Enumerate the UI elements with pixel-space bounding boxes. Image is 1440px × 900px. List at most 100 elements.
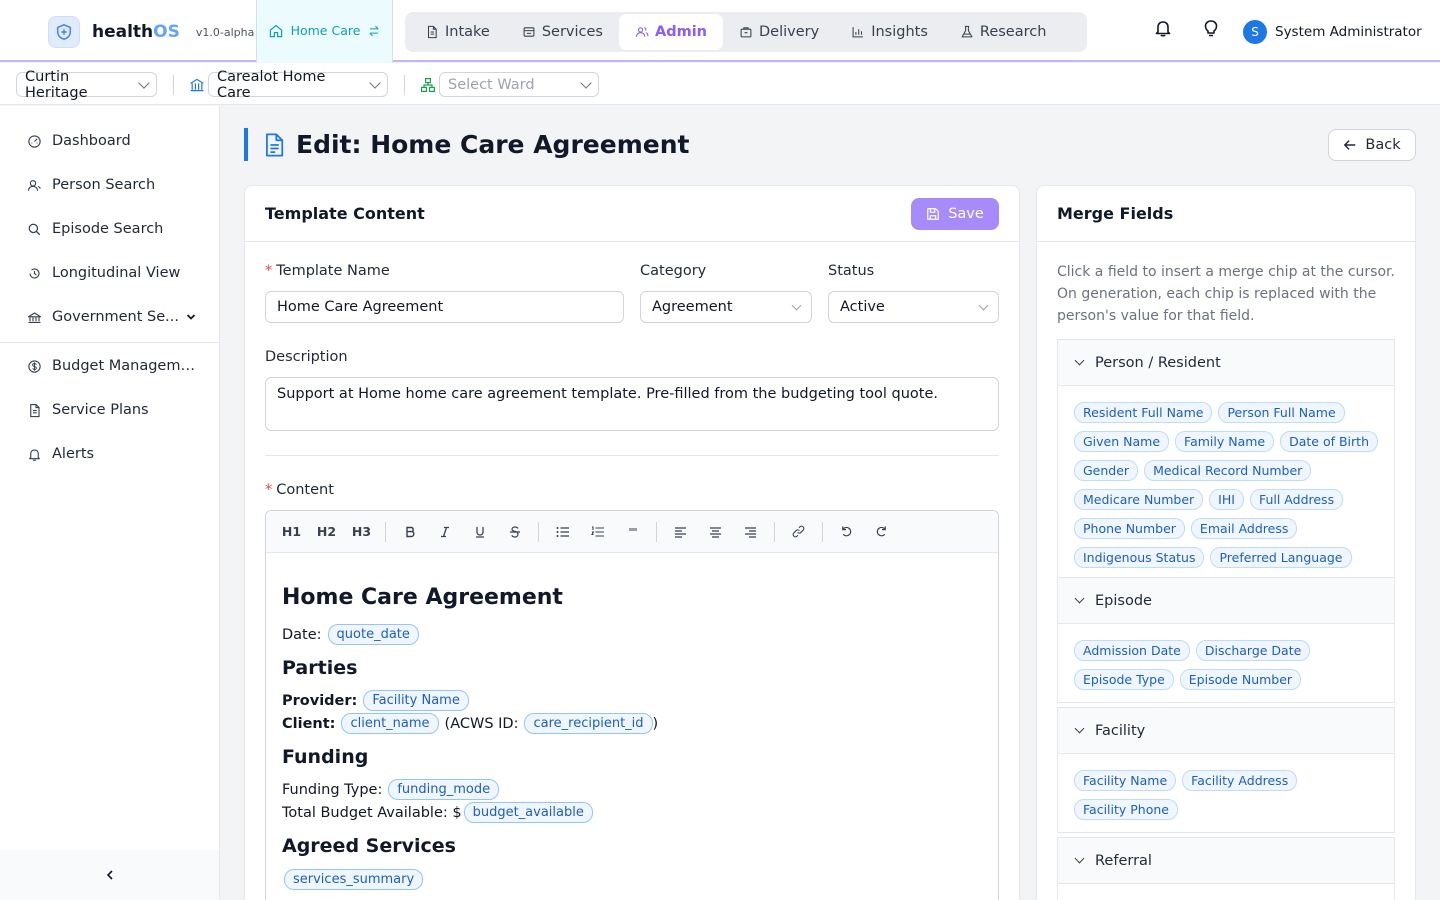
merge-field-chip[interactable]: Medical Record Number	[1144, 460, 1312, 481]
heading1-button[interactable]: H1	[274, 517, 309, 547]
strikethrough-button[interactable]	[497, 517, 532, 547]
doc-provider-line: Provider: Facility Name	[282, 690, 469, 711]
nav-admin[interactable]: Admin	[619, 14, 724, 50]
merge-chip[interactable]: services_summary	[284, 869, 424, 890]
brand-version: v1.0-alpha	[195, 25, 255, 39]
nav-insights[interactable]: Insights	[835, 14, 944, 50]
sidebar-item-budget-management[interactable]: Budget Manageme...	[0, 346, 219, 386]
merge-chip[interactable]: care_recipient_id	[524, 713, 653, 734]
redo-button[interactable]	[864, 517, 899, 547]
nav-intake[interactable]: Intake	[409, 14, 506, 50]
merge-field-chip[interactable]: Facility Name	[1074, 770, 1177, 791]
toolbar-divider	[774, 521, 775, 542]
nav-research[interactable]: Research	[944, 14, 1063, 50]
sidebar-item-dashboard[interactable]: Dashboard	[0, 121, 219, 161]
sidebar-divider	[0, 342, 219, 343]
brand-name: healthOS	[92, 22, 180, 42]
merge-field-chip[interactable]: Family Name	[1175, 431, 1275, 452]
chevron-down-icon	[580, 76, 592, 89]
merge-field-chip[interactable]: Given Name	[1074, 431, 1170, 452]
editor-toolbar: H1 H2 H3	[266, 511, 998, 553]
blockquote-button[interactable]	[615, 517, 650, 547]
template-name-input[interactable]: Home Care Agreement	[265, 291, 624, 323]
italic-button[interactable]	[427, 517, 462, 547]
services-icon	[523, 27, 535, 37]
bold-button[interactable]	[392, 517, 427, 547]
heading2-button[interactable]: H2	[309, 517, 344, 547]
link-button[interactable]	[781, 517, 816, 547]
sidebar-collapse-button[interactable]	[0, 850, 219, 900]
merge-chip[interactable]: Facility Name	[363, 690, 469, 711]
ward-select[interactable]: Select Ward	[439, 72, 599, 97]
merge-field-chip[interactable]: Medicare Number	[1074, 489, 1204, 510]
merge-field-chip[interactable]: Episode Type	[1074, 669, 1174, 690]
nav-services[interactable]: Services	[506, 14, 619, 50]
doc-heading-funding: Funding	[282, 746, 369, 768]
merge-field-chip[interactable]: Facility Address	[1182, 770, 1298, 791]
chart-icon	[852, 27, 864, 38]
merge-field-chip[interactable]: Admission Date	[1074, 640, 1190, 661]
context-tab-home-care[interactable]: Home Care	[256, 0, 393, 68]
merge-field-chip[interactable]: Discharge Date	[1195, 640, 1311, 661]
status-select[interactable]: Active	[828, 291, 999, 323]
sidebar-item-longitudinal-view[interactable]: Longitudinal View	[0, 253, 219, 293]
rich-text-editor[interactable]: H1 H2 H3 Home Care Agreement Date: quote_…	[265, 510, 999, 900]
user-name: System Administrator	[1275, 24, 1422, 40]
merge-field-chip[interactable]: Preferred Language	[1210, 547, 1352, 568]
sidebar-item-service-plans[interactable]: Service Plans	[0, 390, 219, 430]
merge-field-chip[interactable]: Resident Full Name	[1074, 402, 1213, 423]
back-button[interactable]: Back	[1328, 129, 1416, 161]
heading3-button[interactable]: H3	[344, 517, 379, 547]
align-center-button[interactable]	[698, 517, 733, 547]
nav-delivery[interactable]: Delivery	[723, 14, 835, 50]
bold-icon	[405, 526, 415, 537]
accordion-header[interactable]: Episode	[1058, 578, 1394, 624]
category-select[interactable]: Agreement	[640, 291, 812, 323]
sidebar-item-episode-search[interactable]: Episode Search	[0, 209, 219, 249]
organisation-select[interactable]: Curtin Heritage	[16, 69, 157, 101]
card-header: Template Content Save	[245, 186, 1019, 242]
merge-field-chip[interactable]: Date of Birth	[1280, 431, 1378, 452]
lightbulb-icon[interactable]	[1201, 18, 1221, 42]
facility-select[interactable]: Carealot Home Care	[208, 69, 388, 101]
merge-field-chip[interactable]: Gender	[1074, 460, 1139, 481]
description-textarea[interactable]: Support at Home home care agreement temp…	[265, 377, 999, 431]
merge-chip[interactable]: client_name	[341, 713, 439, 734]
chevron-down-icon	[1074, 593, 1085, 604]
merge-field-chip[interactable]: IHI	[1209, 489, 1244, 510]
accordion-header[interactable]: Referral	[1058, 838, 1394, 884]
toolbar-divider	[822, 521, 823, 542]
underline-button[interactable]	[462, 517, 497, 547]
accordion-header[interactable]: Person / Resident	[1058, 340, 1394, 386]
chevron-down-icon	[1074, 853, 1085, 864]
align-left-button[interactable]	[663, 517, 698, 547]
merge-field-chip[interactable]: Phone Number	[1074, 518, 1185, 539]
merge-field-chip[interactable]: Indigenous Status	[1074, 547, 1205, 568]
save-button[interactable]: Save	[911, 197, 999, 230]
strikethrough-icon	[509, 525, 520, 538]
align-right-button[interactable]	[733, 517, 768, 547]
main-nav: Intake Services Admin Delivery Insights …	[405, 12, 1087, 52]
accordion-episode: Episode Admission Date Discharge Date Epis…	[1057, 577, 1395, 703]
sidebar-item-government-services[interactable]: Government Se...	[0, 297, 219, 337]
save-icon	[927, 207, 940, 220]
merge-field-chip[interactable]: Episode Number	[1179, 669, 1302, 690]
notifications-bell-icon[interactable]	[1153, 18, 1173, 42]
numbered-list-button[interactable]	[580, 517, 615, 547]
sidebar-item-alerts[interactable]: Alerts	[0, 434, 219, 474]
doc-heading-parties: Parties	[282, 657, 358, 679]
merge-field-chip[interactable]: Email Address	[1190, 518, 1298, 539]
merge-field-chip[interactable]: Full Address	[1249, 489, 1344, 510]
brand[interactable]: healthOS v1.0-alpha	[48, 16, 254, 48]
merge-chip[interactable]: budget_available	[463, 802, 593, 823]
sidebar-item-person-search[interactable]: Person Search	[0, 165, 219, 205]
undo-button[interactable]	[829, 517, 864, 547]
merge-field-chip[interactable]: Person Full Name	[1218, 402, 1345, 423]
accordion-header[interactable]: Facility	[1058, 708, 1394, 754]
chevron-down-icon	[791, 300, 802, 310]
merge-chip[interactable]: funding_mode	[388, 779, 500, 800]
user-menu[interactable]: S System Administrator	[1243, 20, 1422, 44]
merge-field-chip[interactable]: Facility Phone	[1074, 799, 1178, 820]
bullet-list-button[interactable]	[545, 517, 580, 547]
merge-chip[interactable]: quote_date	[327, 624, 419, 645]
